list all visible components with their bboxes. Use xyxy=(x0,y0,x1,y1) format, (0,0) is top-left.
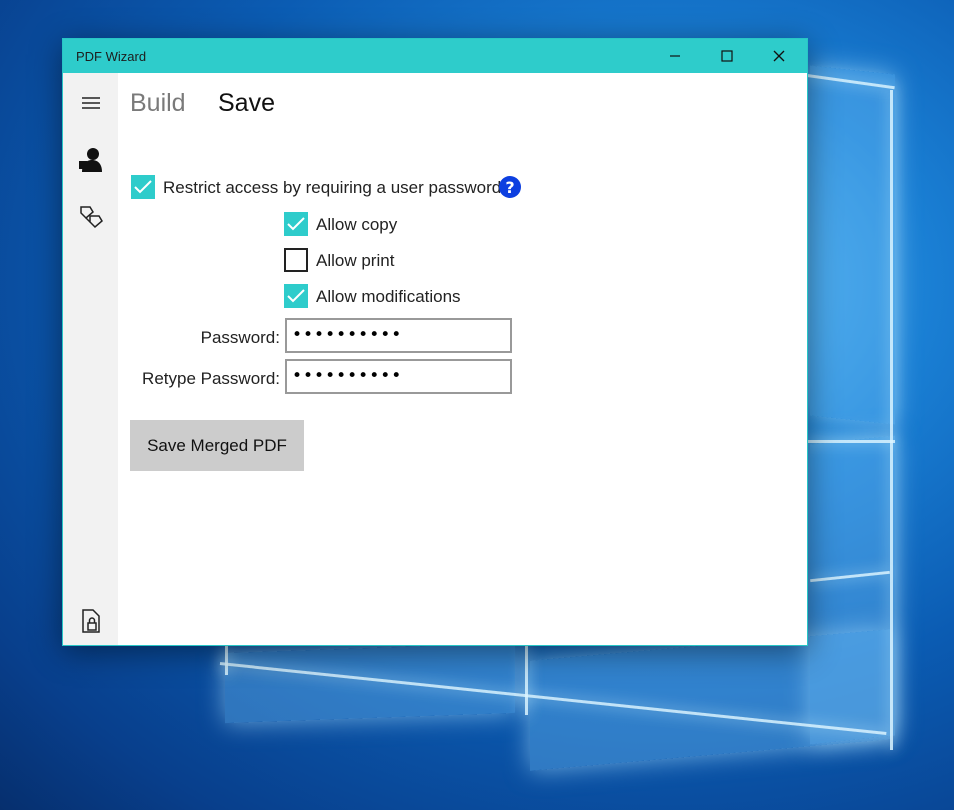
password-field[interactable]: •••••••••• xyxy=(285,318,512,353)
maximize-button[interactable] xyxy=(701,39,753,73)
checkmark-icon xyxy=(134,180,152,194)
tab-build[interactable]: Build xyxy=(130,89,186,118)
merge-pages-icon xyxy=(79,206,103,229)
checkmark-icon xyxy=(287,289,305,303)
password-label: Password: xyxy=(200,328,280,347)
window-title: PDF Wizard xyxy=(76,49,147,64)
minimize-icon xyxy=(670,55,680,57)
allow-copy-checkbox[interactable] xyxy=(284,212,308,236)
main-content: Build Save Restrict access by requiring … xyxy=(118,73,807,645)
save-merged-pdf-button[interactable]: Save Merged PDF xyxy=(130,420,304,471)
minimize-button[interactable] xyxy=(649,39,701,73)
allow-copy-label[interactable]: Allow copy xyxy=(316,215,397,235)
close-icon xyxy=(773,50,785,62)
allow-print-label[interactable]: Allow print xyxy=(316,251,394,271)
allow-print-checkbox[interactable] xyxy=(284,248,308,272)
locked-document-icon xyxy=(81,609,100,633)
help-icon[interactable]: ? xyxy=(499,176,521,198)
hamburger-menu-button[interactable] xyxy=(63,83,118,123)
close-button[interactable] xyxy=(753,39,805,73)
allow-modifications-label[interactable]: Allow modifications xyxy=(316,287,461,307)
maximize-icon xyxy=(721,50,733,62)
restrict-access-checkbox[interactable] xyxy=(131,175,155,199)
title-bar[interactable]: PDF Wizard xyxy=(63,39,807,73)
tab-save[interactable]: Save xyxy=(218,89,275,118)
hamburger-menu-icon xyxy=(81,97,100,109)
sidebar-item-protect[interactable] xyxy=(63,601,118,641)
pdf-wizard-window: PDF Wizard Build Save Restrict access by… xyxy=(62,38,808,646)
allow-modifications-checkbox[interactable] xyxy=(284,284,308,308)
restrict-access-label[interactable]: Restrict access by requiring a user pass… xyxy=(163,178,501,198)
checkmark-icon xyxy=(287,217,305,231)
sidebar-item-security[interactable] xyxy=(63,140,118,180)
navigation-sidebar xyxy=(63,73,118,645)
retype-password-field[interactable]: •••••••••• xyxy=(285,359,512,394)
person-icon xyxy=(78,148,102,172)
retype-password-label: Retype Password: xyxy=(142,369,280,388)
sidebar-item-merge[interactable] xyxy=(63,197,118,237)
